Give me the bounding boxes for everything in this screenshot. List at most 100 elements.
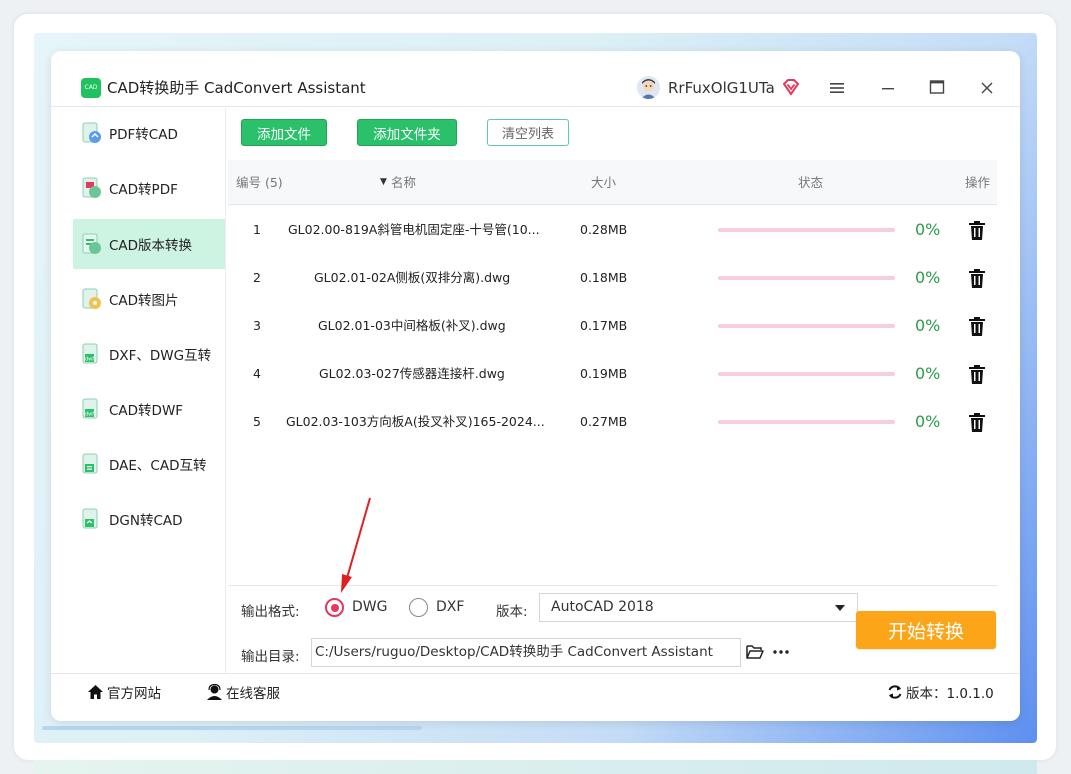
row-file-name: GL02.03-027传感器连接杆.dwg <box>319 366 505 381</box>
row-progress-percent: 0% <box>915 220 941 239</box>
column-header-status: 状态 <box>798 175 824 190</box>
version-text: 版本：1.0.1.0 <box>906 686 994 702</box>
start-convert-button[interactable]: 开始转换 <box>856 611 996 649</box>
online-support-label: 在线客服 <box>226 686 280 702</box>
delete-icon[interactable] <box>968 365 986 384</box>
sidebar-item-dxf-dwg[interactable]: dwf DXF、DWG互转 <box>73 329 225 379</box>
add-folder-button[interactable]: 添加文件夹 <box>357 119 457 146</box>
table-header: 编号 (5) ▼ 名称 大小 状态 操作 <box>228 160 997 205</box>
online-support-link[interactable]: 在线客服 <box>206 674 280 710</box>
output-dir-label: 输出目录: <box>241 649 300 665</box>
more-icon[interactable] <box>772 644 790 660</box>
minimize-icon[interactable] <box>880 80 896 96</box>
radio-dxf-label[interactable]: DXF <box>436 599 464 615</box>
row-progress-percent: 0% <box>915 316 941 335</box>
delete-icon[interactable] <box>968 221 986 240</box>
column-header-action: 操作 <box>965 175 991 190</box>
add-file-button[interactable]: 添加文件 <box>241 119 327 146</box>
row-file-name: GL02.00-819A斜管电机固定座-十号管(10... <box>288 222 540 237</box>
refresh-icon <box>888 685 902 699</box>
svg-text:dwf: dwf <box>85 412 94 418</box>
table-row[interactable]: 5 GL02.03-103方向板A(投叉补叉)165-2024... 0.27M… <box>228 398 997 446</box>
row-progress-bar <box>718 372 895 376</box>
sidebar-item-label: DXF、DWG互转 <box>109 348 212 364</box>
row-file-size: 0.18MB <box>580 270 628 285</box>
dxf-dwg-icon: dwf <box>80 343 102 365</box>
radio-dxf[interactable] <box>409 598 428 617</box>
row-progress-percent: 0% <box>915 268 941 287</box>
avatar[interactable] <box>637 76 660 99</box>
row-progress-percent: 0% <box>915 364 941 383</box>
pdf-to-cad-icon <box>80 122 102 144</box>
row-progress-bar <box>718 228 895 232</box>
app-title: CAD转换助手 CadConvert Assistant <box>107 79 366 97</box>
row-file-size: 0.28MB <box>580 222 628 237</box>
dae-cad-icon <box>80 453 102 475</box>
sidebar-item-cad-to-image[interactable]: CAD转图片 <box>73 274 225 324</box>
sidebar-item-cad-to-pdf[interactable]: CAD转PDF <box>73 163 225 213</box>
row-file-size: 0.19MB <box>580 366 628 381</box>
svg-text:dwf: dwf <box>85 357 94 363</box>
row-progress-bar <box>718 276 895 280</box>
version-info[interactable]: 版本：1.0.1.0 <box>887 674 994 710</box>
row-index: 3 <box>253 318 261 333</box>
home-icon <box>88 685 103 699</box>
folder-open-icon[interactable] <box>746 644 764 660</box>
title-bar: CAD CAD转换助手 CadConvert Assistant RrFuxOl… <box>51 51 1020 107</box>
official-website-link[interactable]: 官方网站 <box>87 674 161 710</box>
app-window: CAD CAD转换助手 CadConvert Assistant RrFuxOl… <box>51 51 1020 721</box>
sidebar-item-dgn-to-cad[interactable]: DGN转CAD <box>73 494 225 544</box>
table-row[interactable]: 1 GL02.00-819A斜管电机固定座-十号管(10... 0.28MB 0… <box>228 206 997 254</box>
version-select[interactable]: AutoCAD 2018 <box>539 593 858 622</box>
sidebar-item-dae-cad[interactable]: DAE、CAD互转 <box>73 439 225 489</box>
row-progress-bar <box>718 420 895 424</box>
backdrop-bottom-strip <box>34 760 1037 774</box>
version-label: 版本: <box>496 604 528 620</box>
output-format-label: 输出格式: <box>241 604 300 620</box>
sidebar-item-label: CAD转PDF <box>109 182 178 198</box>
maximize-icon[interactable] <box>929 79 945 95</box>
close-icon[interactable] <box>979 80 995 96</box>
sidebar-item-cad-to-dwf[interactable]: dwf CAD转DWF <box>73 384 225 434</box>
sidebar-item-label: PDF转CAD <box>109 127 178 143</box>
column-header-size: 大小 <box>591 175 617 190</box>
row-index: 1 <box>253 222 261 237</box>
output-dir-input[interactable]: C:/Users/ruguo/Desktop/CAD转换助手 CadConver… <box>311 638 741 667</box>
sidebar-item-pdf-to-cad[interactable]: PDF转CAD <box>73 108 225 158</box>
table-row[interactable]: 4 GL02.03-027传感器连接杆.dwg 0.19MB 0% <box>228 350 997 398</box>
row-index: 2 <box>253 270 261 285</box>
dgn-to-cad-icon <box>80 508 102 530</box>
column-header-index: 编号 (5) <box>236 175 283 190</box>
row-index: 4 <box>253 366 261 381</box>
radio-dwg-label[interactable]: DWG <box>352 599 387 615</box>
sidebar-item-label: CAD版本转换 <box>109 238 193 254</box>
backdrop-strip <box>42 726 422 730</box>
sidebar-item-cad-version[interactable]: CAD版本转换 <box>73 219 225 269</box>
sort-desc-icon[interactable]: ▼ <box>380 160 387 205</box>
row-file-name: GL02.01-03中间格板(补叉).dwg <box>318 318 506 333</box>
row-index: 5 <box>253 414 261 429</box>
row-file-name: GL02.03-103方向板A(投叉补叉)165-2024... <box>286 414 545 429</box>
radio-dwg[interactable] <box>325 598 344 617</box>
clear-list-button[interactable]: 清空列表 <box>487 119 569 146</box>
delete-icon[interactable] <box>968 269 986 288</box>
cad-to-dwf-icon: dwf <box>80 398 102 420</box>
support-agent-icon <box>207 684 222 700</box>
row-file-name: GL02.01-02A侧板(双排分离).dwg <box>314 270 511 285</box>
footer: 官方网站 在线客服 版本：1.0.1.0 <box>51 673 1020 721</box>
delete-icon[interactable] <box>968 413 986 432</box>
delete-icon[interactable] <box>968 317 986 336</box>
table-row[interactable]: 2 GL02.01-02A侧板(双排分离).dwg 0.18MB 0% <box>228 254 997 302</box>
vip-diamond-icon[interactable] <box>781 77 801 97</box>
row-progress-percent: 0% <box>915 412 941 431</box>
version-select-value: AutoCAD 2018 <box>551 599 654 615</box>
row-file-size: 0.27MB <box>580 414 628 429</box>
column-header-name[interactable]: 名称 <box>391 160 416 205</box>
sidebar-item-label: CAD转DWF <box>109 403 184 419</box>
sidebar-item-label: DGN转CAD <box>109 513 183 529</box>
cad-to-image-icon <box>80 288 102 310</box>
menu-icon[interactable] <box>829 80 845 96</box>
username[interactable]: RrFuxOlG1UTa <box>668 78 775 98</box>
row-progress-bar <box>718 324 895 328</box>
table-row[interactable]: 3 GL02.01-03中间格板(补叉).dwg 0.17MB 0% <box>228 302 997 350</box>
